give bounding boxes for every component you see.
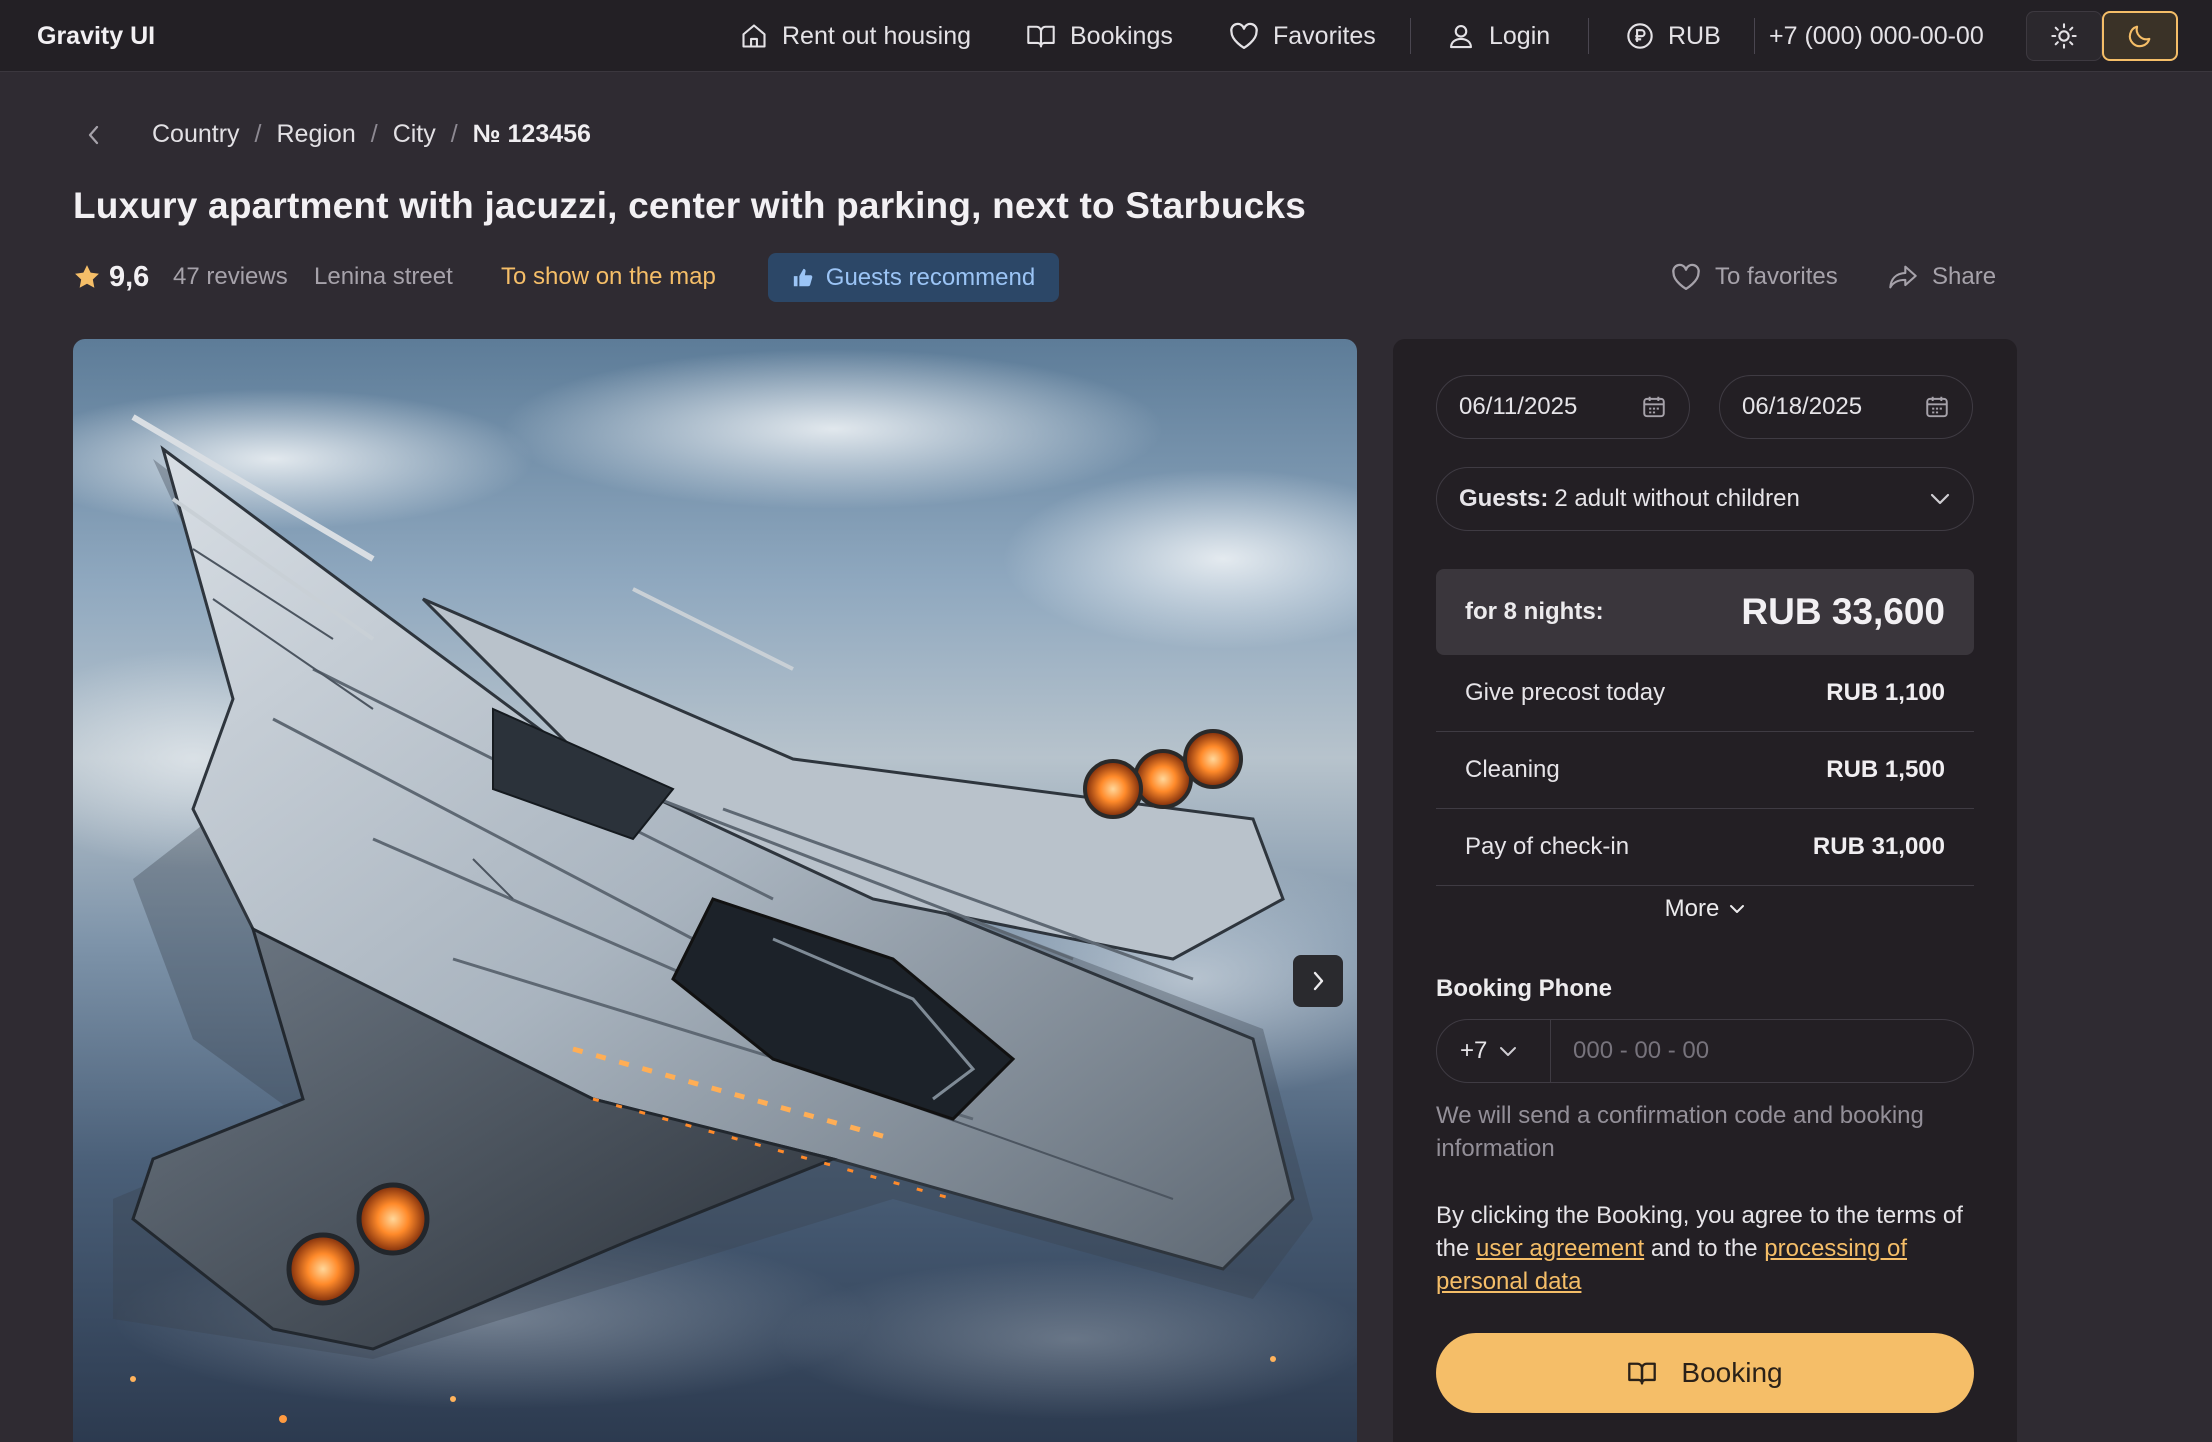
gallery-photo (73, 349, 1357, 1423)
sun-icon (2050, 22, 2078, 50)
calendar-icon (1924, 394, 1950, 420)
brand-logo[interactable]: Gravity UI (37, 22, 155, 51)
rating-value: 9,6 (109, 260, 150, 293)
to-favorites-label: To favorites (1715, 263, 1838, 290)
ruble-icon (1626, 22, 1654, 50)
reviews-count[interactable]: 47 reviews (173, 253, 288, 301)
nav-divider (1754, 18, 1755, 54)
check-out-date-field[interactable]: 06/18/2025 (1719, 375, 1973, 439)
currency-selector[interactable]: RUB (1626, 0, 1721, 72)
user-icon (1447, 22, 1475, 50)
price-row-label: Pay of check-in (1465, 833, 1630, 860)
chevron-left-icon (86, 123, 102, 147)
more-button[interactable]: More (1436, 889, 1974, 929)
share-button[interactable]: Share (1888, 253, 1996, 301)
breadcrumb-item-country[interactable]: Country (152, 120, 240, 149)
price-row-check-in: Pay of check-in RUB 31,000 (1436, 809, 1974, 886)
terms-middle: and to the (1650, 1235, 1758, 1262)
support-phone[interactable]: +7 (000) 000-00-00 (1769, 0, 1984, 72)
price-row-value: RUB 1,500 (1826, 756, 1945, 783)
top-bar: Gravity UI Rent out housing Bookings Fav… (0, 0, 2212, 72)
street-address: Lenina street (314, 263, 453, 290)
nav-login[interactable]: Login (1447, 0, 1550, 72)
chevron-right-icon (1310, 969, 1326, 993)
gallery-next-button[interactable] (1293, 955, 1343, 1007)
nav-favorites[interactable]: Favorites (1229, 0, 1376, 72)
breadcrumb-separator: / (450, 120, 458, 148)
nav-rent-out[interactable]: Rent out housing (740, 0, 971, 72)
book-icon (1627, 1359, 1657, 1387)
photo-gallery[interactable] (73, 339, 1357, 1442)
price-row-label: Give precost today (1465, 679, 1666, 706)
show-on-map-link[interactable]: To show on the map (501, 253, 716, 301)
price-row-label: Cleaning (1465, 756, 1560, 783)
nav-bookings-label: Bookings (1070, 21, 1173, 50)
support-phone-label: +7 (000) 000-00-00 (1769, 21, 1984, 50)
price-row-value: RUB 1,100 (1826, 679, 1945, 706)
thumbs-up-icon (792, 267, 814, 289)
nav-divider (1410, 18, 1411, 54)
total-price: for 8 nights: RUB 33,600 (1436, 569, 1974, 655)
phone-hint: We will send a confirmation code and boo… (1436, 1102, 1924, 1162)
currency-label: RUB (1668, 21, 1721, 50)
price-row-value: RUB 31,000 (1812, 833, 1945, 860)
book-icon (1026, 22, 1056, 50)
nav-login-label: Login (1489, 21, 1551, 50)
guests-text: Guests: 2 adult without children (1459, 485, 1800, 513)
price-row-precost: Give precost today RUB 1,100 (1436, 655, 1974, 732)
chevron-down-icon (1729, 904, 1745, 914)
light-theme-button[interactable] (2026, 11, 2102, 61)
check-in-date-value: 06/11/2025 (1459, 393, 1578, 420)
check-in-date-field[interactable]: 06/11/2025 (1436, 375, 1690, 439)
page-title: Luxury apartment with jacuzzi, center wi… (73, 185, 1306, 226)
back-button[interactable] (86, 120, 110, 150)
home-icon (740, 22, 768, 50)
total-label: for 8 nights: (1465, 598, 1604, 625)
booking-panel: 06/11/2025 06/18/2025 Guests: 2 adult wit… (1393, 339, 2017, 1442)
booking-phone-label: Booking Phone (1436, 975, 1612, 1002)
share-icon (1888, 263, 1918, 291)
breadcrumb-item-region[interactable]: Region (277, 120, 356, 149)
country-code-select[interactable]: +7 (1437, 1020, 1551, 1082)
user-agreement-link[interactable]: user agreement (1476, 1235, 1644, 1262)
booking-phone-field: +7 (1436, 1019, 1974, 1083)
dark-theme-button[interactable] (2102, 11, 2178, 61)
guests-recommend-badge: Guests recommend (768, 253, 1059, 302)
booking-button[interactable]: Booking (1436, 1333, 1974, 1413)
more-label: More (1664, 895, 1720, 922)
breadcrumb-separator: / (254, 120, 262, 148)
chevron-down-icon (1929, 492, 1951, 506)
share-label: Share (1932, 263, 1997, 290)
nav-divider (1588, 18, 1589, 54)
to-favorites-button[interactable]: To favorites (1671, 253, 1838, 301)
booking-button-label: Booking (1681, 1357, 1783, 1388)
chevron-down-icon (1499, 1046, 1517, 1057)
breadcrumb-item-current: № 123456 (472, 120, 591, 148)
heart-icon (1671, 263, 1701, 291)
terms-text: By clicking the Booking, you agree to th… (1436, 1199, 1996, 1298)
nav-favorites-label: Favorites (1273, 21, 1376, 50)
country-code-value: +7 (1460, 1037, 1488, 1064)
guests-label: Guests: (1459, 485, 1549, 512)
price-row-cleaning: Cleaning RUB 1,500 (1436, 732, 1974, 809)
check-out-date-value: 06/18/2025 (1742, 393, 1863, 420)
rating: 9,6 (73, 253, 149, 301)
nav-bookings[interactable]: Bookings (1026, 0, 1173, 72)
breadcrumb-separator: / (370, 120, 378, 148)
nav-rent-out-label: Rent out housing (782, 21, 972, 50)
guests-recommend-label: Guests recommend (825, 263, 1036, 291)
star-icon (73, 263, 101, 291)
breadcrumb: Country / Region / City / № 123456 (152, 120, 591, 149)
guests-select[interactable]: Guests: 2 adult without children (1436, 467, 1974, 531)
total-value: RUB 33,600 (1741, 591, 1945, 632)
phone-number-input[interactable] (1551, 1020, 1973, 1082)
guests-value: 2 adult without children (1554, 485, 1800, 512)
heart-icon (1229, 22, 1259, 50)
moon-icon (2126, 22, 2154, 50)
calendar-icon (1641, 394, 1667, 420)
breadcrumb-item-city[interactable]: City (393, 120, 436, 149)
